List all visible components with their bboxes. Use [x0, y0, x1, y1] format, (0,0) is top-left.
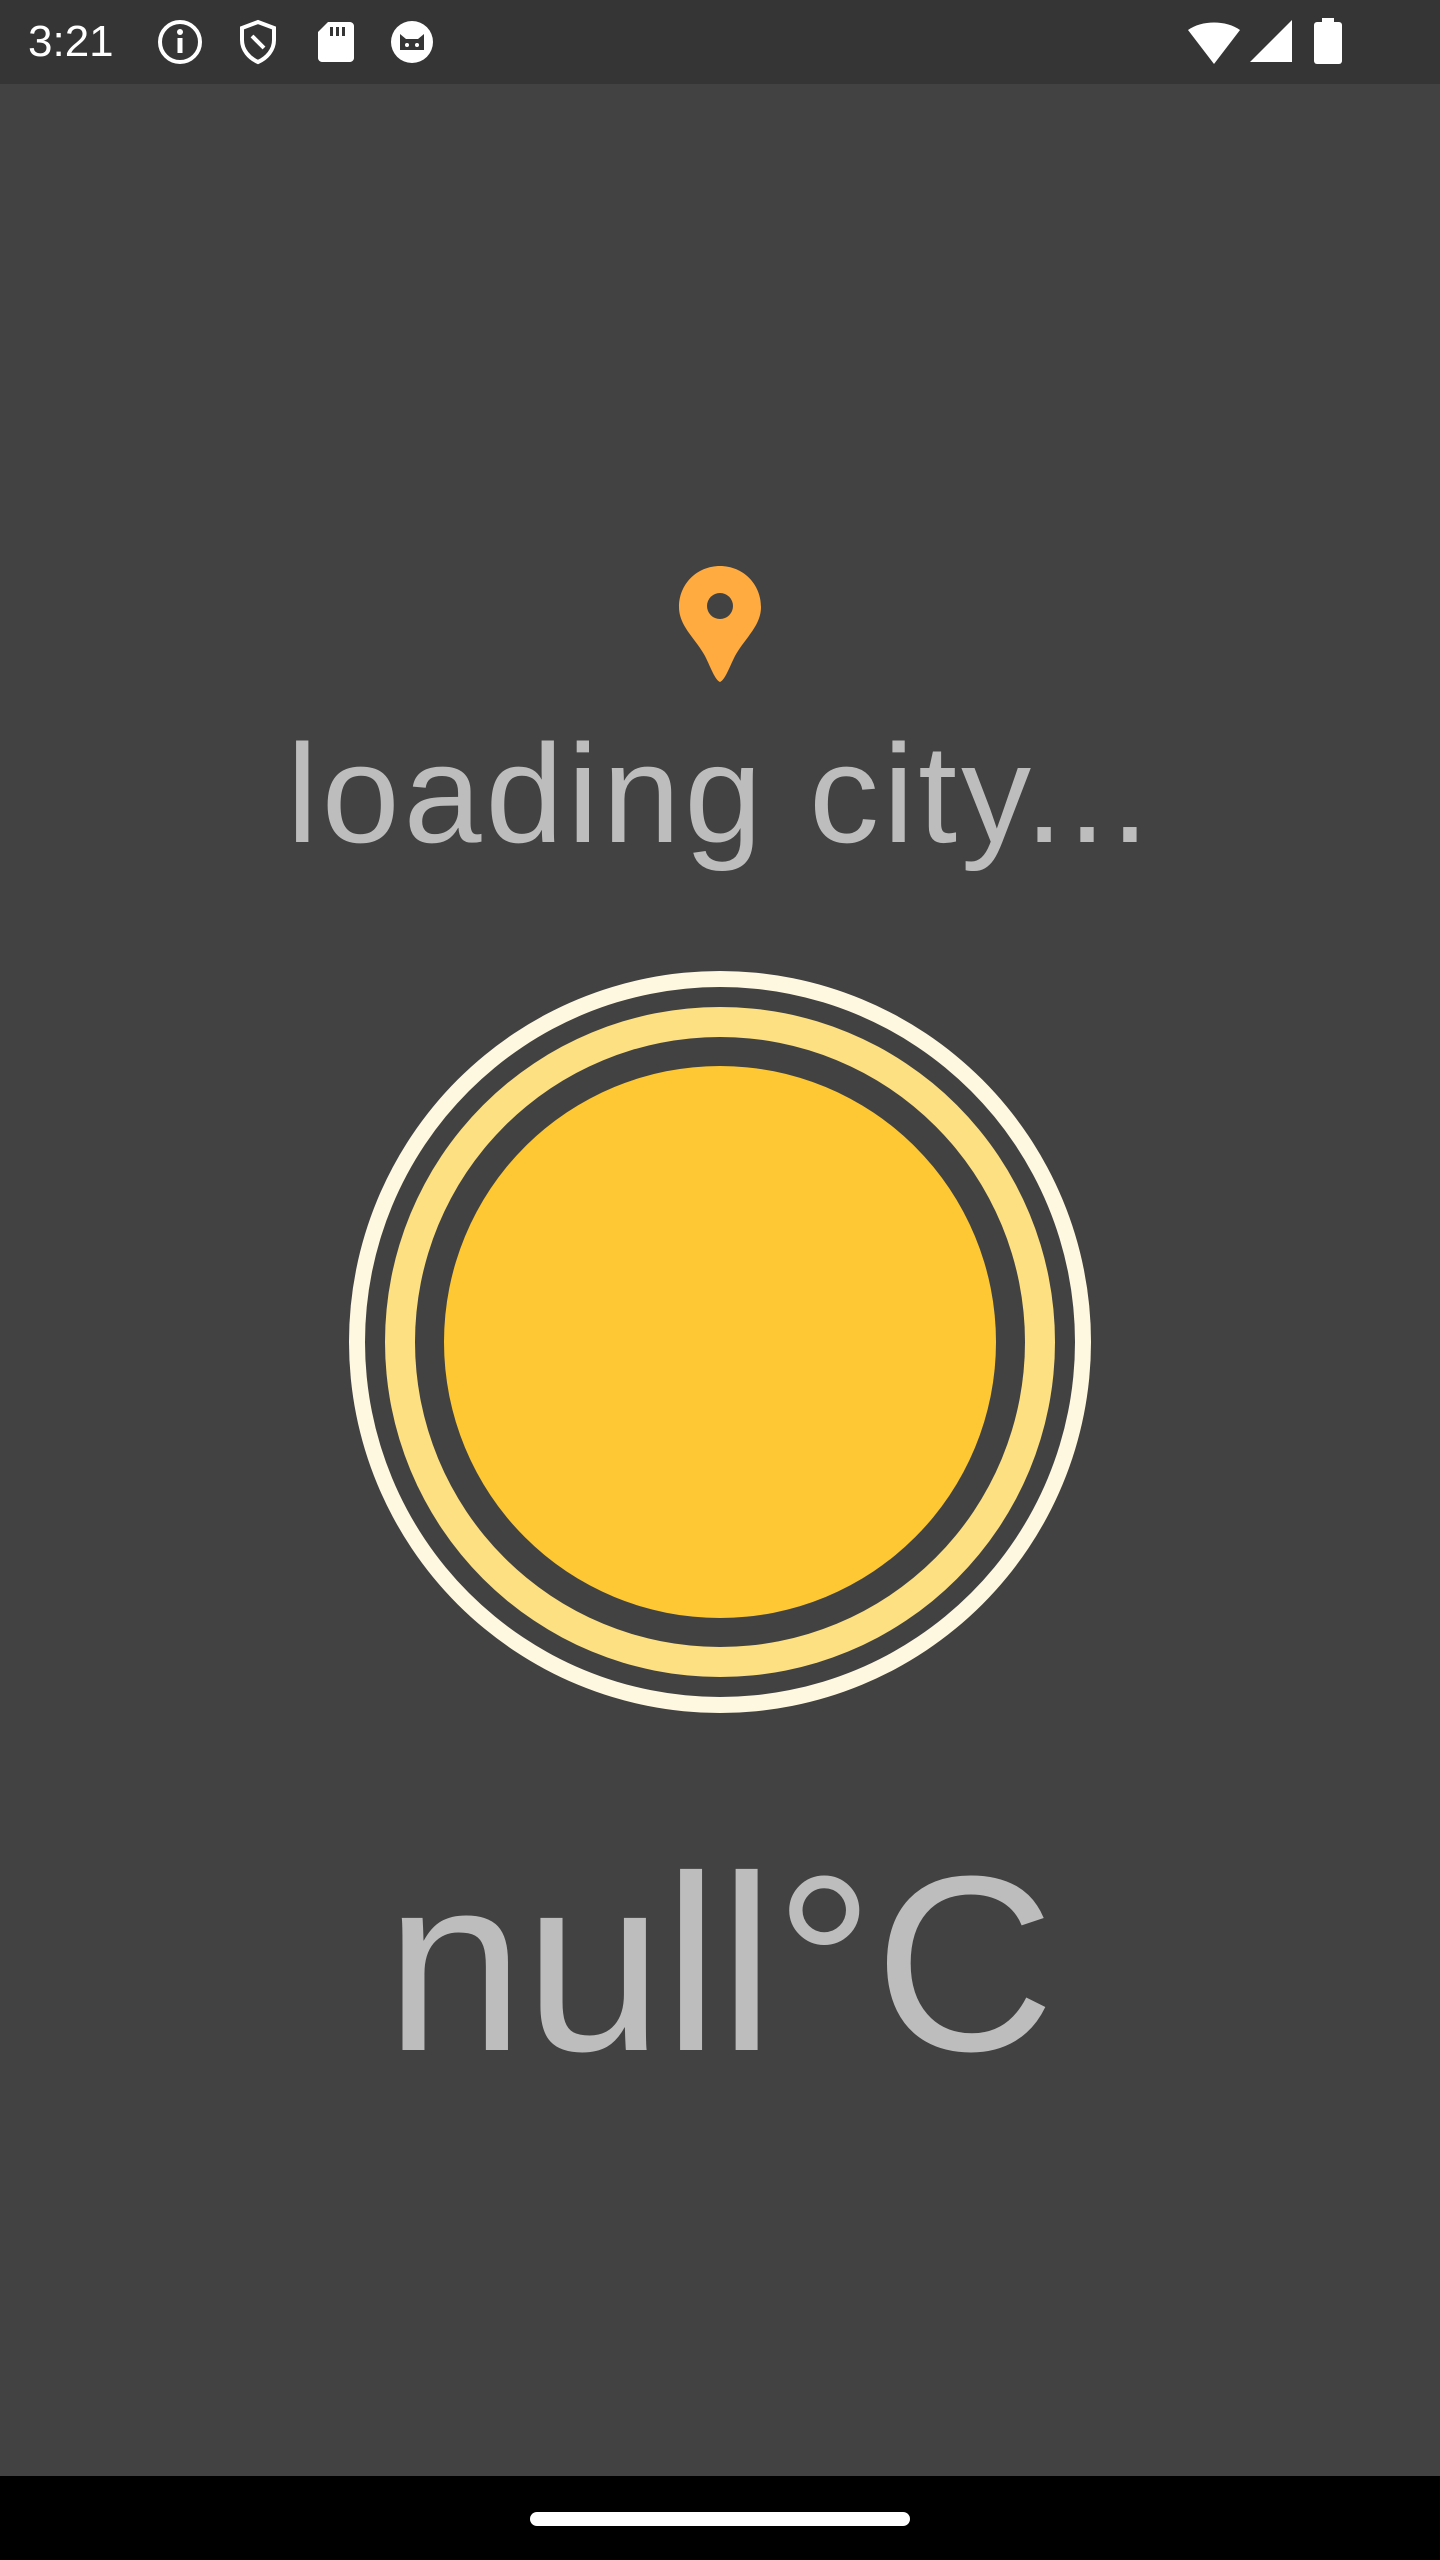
sun-icon [340, 962, 1100, 1722]
shield-icon [234, 18, 282, 66]
cellular-signal-icon [1248, 18, 1296, 66]
city-name: loading city... [286, 715, 1154, 872]
location-pin-icon [677, 564, 763, 684]
battery-icon [1310, 18, 1346, 66]
status-bar: 3:21 [0, 0, 1440, 84]
cat-face-icon [388, 18, 436, 66]
status-time: 3:21 [28, 17, 114, 66]
temperature: null°C [385, 1824, 1055, 2103]
navigation-bar [0, 2476, 1440, 2560]
weather-screen: loading city... null°C [0, 84, 1440, 2476]
home-gesture-handle[interactable] [530, 2512, 910, 2526]
sd-card-icon [312, 18, 360, 66]
wifi-icon [1186, 18, 1242, 66]
info-icon [156, 18, 204, 66]
